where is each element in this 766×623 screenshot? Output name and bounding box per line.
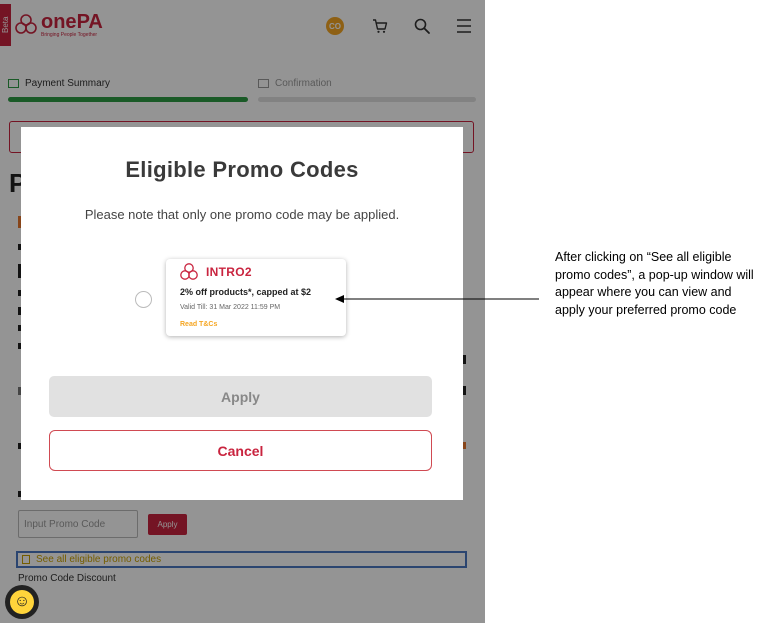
annotation-callout: After clicking on “See all eligible prom…: [555, 250, 754, 317]
